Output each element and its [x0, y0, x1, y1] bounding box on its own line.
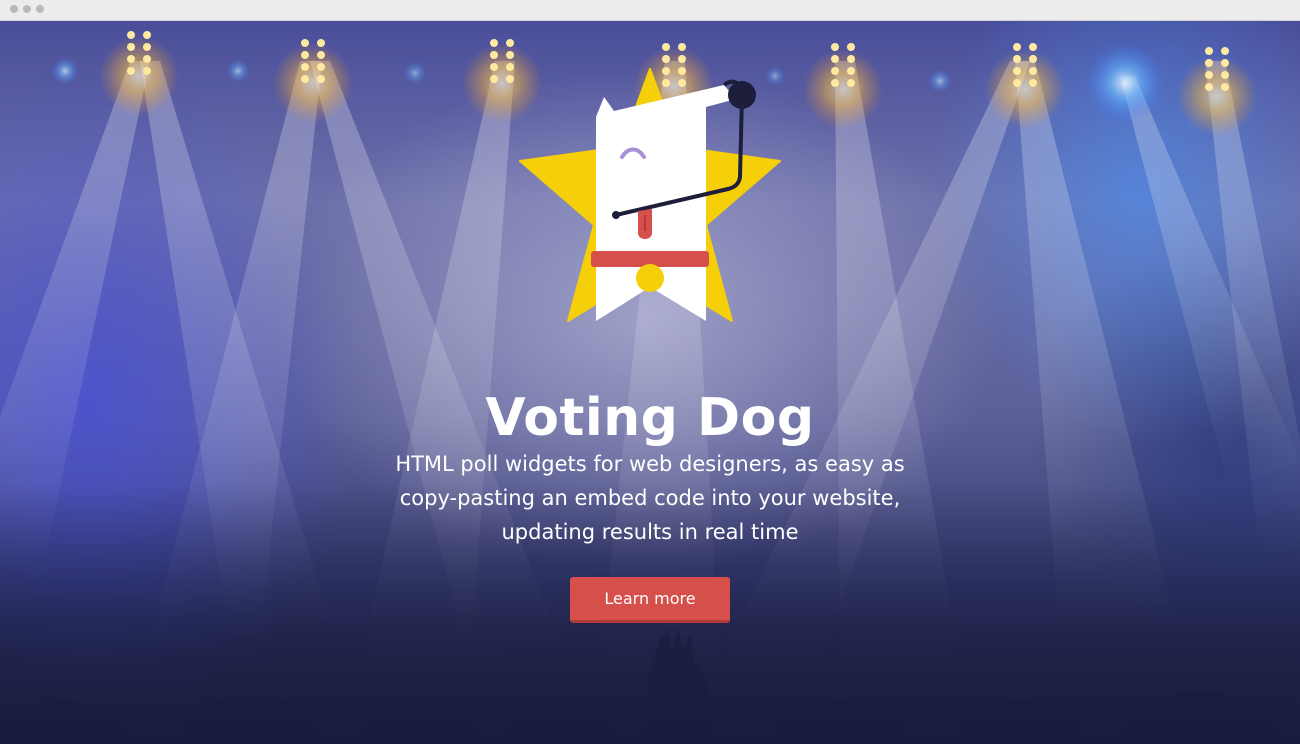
page-title: Voting Dog: [485, 387, 815, 448]
minimize-dot[interactable]: [23, 5, 31, 13]
hero-subtitle: HTML poll widgets for web designers, as …: [395, 452, 905, 544]
zoom-dot[interactable]: [36, 5, 44, 13]
window-titlebar: [0, 0, 1300, 21]
dog-tag: [636, 264, 664, 292]
voting-dog-logo-icon: [519, 68, 781, 322]
ear-tip: [728, 81, 756, 109]
hero-section: Voting Dog HTML poll widgets for web des…: [0, 21, 1300, 744]
learn-more-button[interactable]: Learn more: [570, 577, 730, 623]
close-dot[interactable]: [10, 5, 18, 13]
browser-window: Voting Dog HTML poll widgets for web des…: [0, 0, 1300, 744]
